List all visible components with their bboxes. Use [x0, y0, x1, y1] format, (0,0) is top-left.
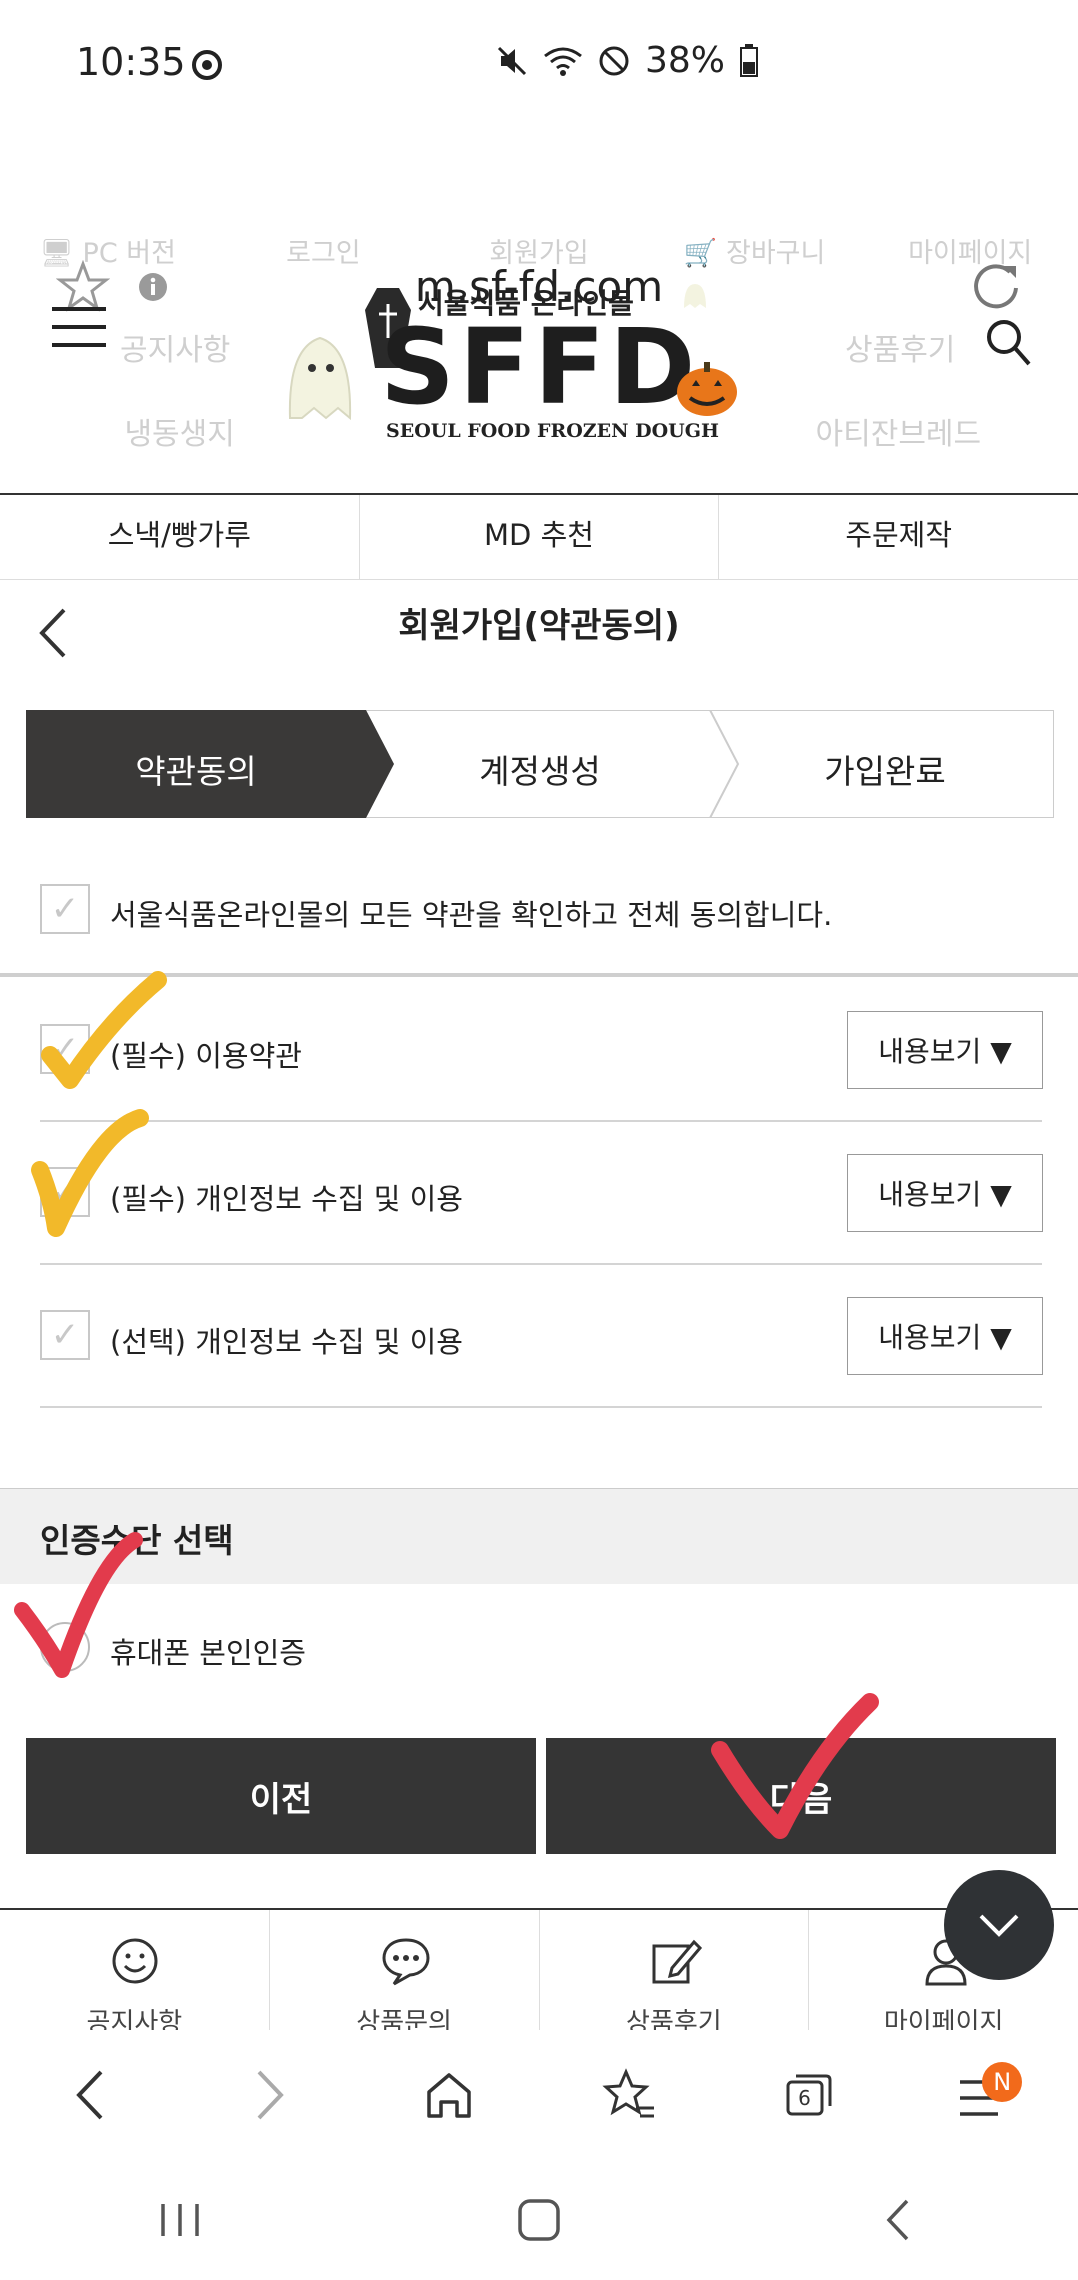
site-bottom-nav: 공지사항 상품문의 상품후기 마이페이지 — [0, 1908, 1078, 2038]
android-nav-bar — [0, 2160, 1078, 2280]
nav-notice[interactable]: 공지사항 — [0, 1910, 270, 2038]
page-title: 회원가입(약관동의) — [398, 606, 680, 646]
browser-tabs-button[interactable]: 6 — [719, 2030, 899, 2160]
category-nav: 스낵/빵가루 MD 추천 주문제작 — [0, 495, 1078, 580]
logo-subtitle: SEOUL FOOD FROZEN DOUGH — [386, 420, 719, 442]
mute-icon — [497, 46, 527, 75]
battery-percent: 38% — [645, 40, 726, 81]
home-icon — [427, 2073, 471, 2118]
step-complete: 가입완료 — [824, 752, 946, 791]
pumpkin-icon — [677, 362, 737, 416]
browser-menu-button[interactable]: N — [898, 2030, 1078, 2160]
logo-main: SFFD — [380, 306, 700, 428]
status-bar: 10:35 38% — [0, 0, 1078, 120]
android-back-button[interactable] — [719, 2160, 1078, 2280]
smile-icon — [112, 1938, 158, 1984]
browser-home-button[interactable] — [359, 2030, 539, 2160]
annotation-next-checkmark — [711, 1693, 879, 1839]
recent-apps-icon — [160, 2204, 199, 2236]
recent-apps-button[interactable] — [0, 2160, 359, 2280]
category-snack[interactable]: 스낵/빵가루 — [0, 495, 360, 579]
chat-bubble-icon — [382, 1938, 430, 1986]
status-time: 10:35 — [76, 40, 186, 84]
agree-all-label: 서울식품온라인몰의 모든 약관을 확인하고 전체 동의합니다. — [110, 898, 833, 932]
blocked-icon — [599, 46, 629, 75]
small-ghost-icon — [684, 284, 706, 308]
edit-icon — [652, 1939, 702, 1984]
tab-count: 6 — [798, 2086, 811, 2110]
android-back-icon — [886, 2199, 909, 2241]
agree-all-checkbox[interactable]: ✓ — [40, 884, 90, 934]
hamburger-menu-icon[interactable] — [52, 305, 108, 351]
site-logo[interactable]: 서울식품 온라인몰 SFFD SEOUL FOOD FROZEN DOUGH — [280, 278, 750, 450]
nav-product-qna[interactable]: 상품문의 — [270, 1910, 540, 2038]
annotation-checkmarks — [14, 971, 167, 1678]
back-arrow-icon — [76, 2070, 103, 2120]
wifi-icon — [544, 47, 582, 76]
menu-badge: N — [982, 2062, 1023, 2102]
category-md-pick[interactable]: MD 추천 — [360, 495, 720, 579]
browser-toolbar: 6 N — [0, 2030, 1078, 2160]
sync-icon — [192, 50, 222, 80]
nav-review[interactable]: 상품후기 — [540, 1910, 810, 2038]
browser-bookmarks-button[interactable] — [539, 2030, 719, 2160]
top-menu-pc[interactable]: 🖥 PC 버전 — [0, 230, 216, 300]
forward-arrow-icon — [257, 2070, 284, 2120]
search-icon[interactable] — [985, 318, 1031, 368]
android-home-button[interactable] — [359, 2160, 718, 2280]
step-create-account: 계정생성 — [479, 752, 601, 791]
bookmarks-star-icon — [602, 2068, 654, 2118]
chevron-down-icon — [979, 1914, 1019, 1937]
header-notice-link[interactable]: 공지사항 — [120, 325, 230, 369]
android-home-icon — [518, 2199, 560, 2241]
top-menu-mypage[interactable]: 마이페이지 — [862, 230, 1078, 300]
scroll-down-button[interactable] — [944, 1870, 1054, 1980]
category-custom-order[interactable]: 주문제작 — [719, 495, 1078, 579]
browser-back-button[interactable] — [0, 2030, 180, 2160]
prev-button[interactable]: 이전 — [26, 1738, 536, 1854]
header-review-link[interactable]: 상품후기 — [845, 325, 955, 369]
category-artisan-bread[interactable]: 아티잔브레드 — [719, 390, 1078, 490]
battery-icon — [740, 43, 759, 77]
browser-forward-button[interactable] — [180, 2030, 360, 2160]
browser-url-bar: m.sf-fd.com — [0, 120, 1078, 312]
step-terms-agree: 약관동의 — [135, 752, 257, 791]
ghost-icon — [288, 336, 352, 421]
